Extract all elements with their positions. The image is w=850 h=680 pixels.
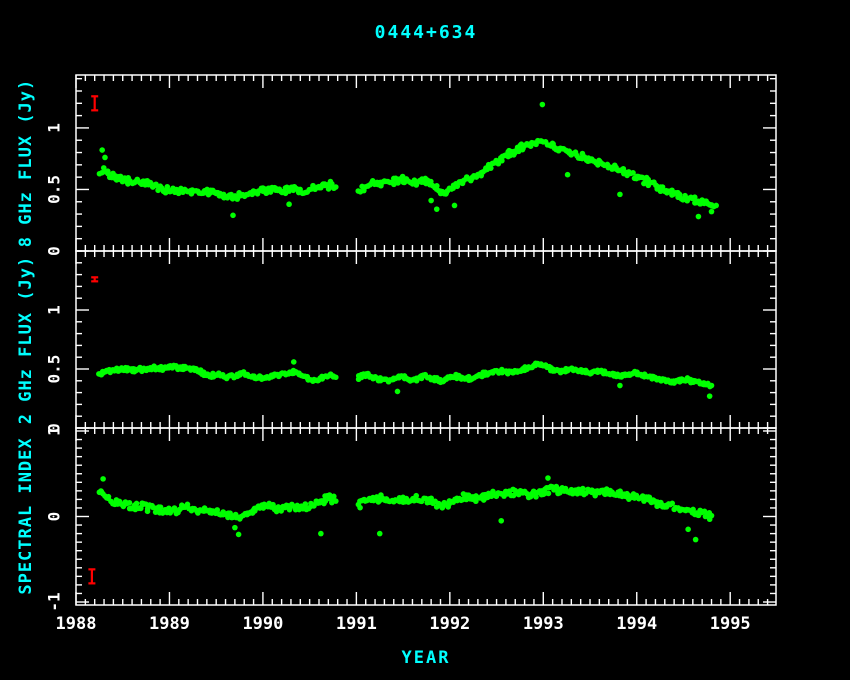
svg-text:1991: 1991 xyxy=(336,614,377,634)
plot-canvas: 00.5100.51-10119881989199019911992199319… xyxy=(0,0,850,680)
panel-8ghz-ticks xyxy=(76,75,776,251)
svg-text:1: 1 xyxy=(45,123,64,133)
plot-page: 0444+634 8 GHz FLUX (Jy) 2 GHz FLUX (Jy)… xyxy=(0,0,850,680)
svg-text:0: 0 xyxy=(45,246,64,256)
panel-spectral-index-y-tick-labels: -1 0 1 xyxy=(45,426,64,611)
svg-text:0: 0 xyxy=(45,512,64,522)
svg-text:0.5: 0.5 xyxy=(45,175,64,204)
panel-spectral-index: -1 0 1 xyxy=(45,426,777,611)
panel-2ghz: 00.51 xyxy=(45,251,777,433)
panel-spectral-index-ticks xyxy=(76,428,776,605)
svg-text:1995: 1995 xyxy=(710,614,751,634)
panel-8ghz: 00.51 xyxy=(45,75,777,256)
svg-text:0.5: 0.5 xyxy=(45,355,64,384)
panel-8ghz-y-tick-labels: 00.51 xyxy=(45,123,64,256)
svg-text:1990: 1990 xyxy=(242,614,283,634)
svg-text:1: 1 xyxy=(45,426,64,436)
svg-text:1992: 1992 xyxy=(429,614,470,634)
panel-8ghz-frame xyxy=(76,75,776,251)
panel-8ghz-typical-error-bar xyxy=(91,96,98,110)
svg-text:1994: 1994 xyxy=(616,614,657,634)
panel-2ghz-typical-error-bar xyxy=(91,277,98,281)
panel-2ghz-y-tick-labels: 00.51 xyxy=(45,305,64,433)
x-axis-label: YEAR xyxy=(402,648,451,668)
svg-text:1989: 1989 xyxy=(149,614,190,634)
x-axis-tick-labels: 1988 1989 1990 1991 1992 1993 1994 1995 xyxy=(56,614,751,634)
svg-text:1988: 1988 xyxy=(56,614,97,634)
panel-8ghz-data-points xyxy=(97,102,719,220)
svg-text:1993: 1993 xyxy=(523,614,564,634)
panel-spectral-index-frame xyxy=(76,428,776,605)
panel-spectral-index-typical-error-bar xyxy=(88,569,95,583)
panel-2ghz-ticks xyxy=(76,251,776,428)
panel-2ghz-frame xyxy=(76,251,776,428)
panel-2ghz-data-points xyxy=(96,359,714,399)
panel-spectral-index-data-points xyxy=(97,475,715,542)
svg-text:1: 1 xyxy=(45,305,64,315)
svg-text:-1: -1 xyxy=(45,592,64,611)
